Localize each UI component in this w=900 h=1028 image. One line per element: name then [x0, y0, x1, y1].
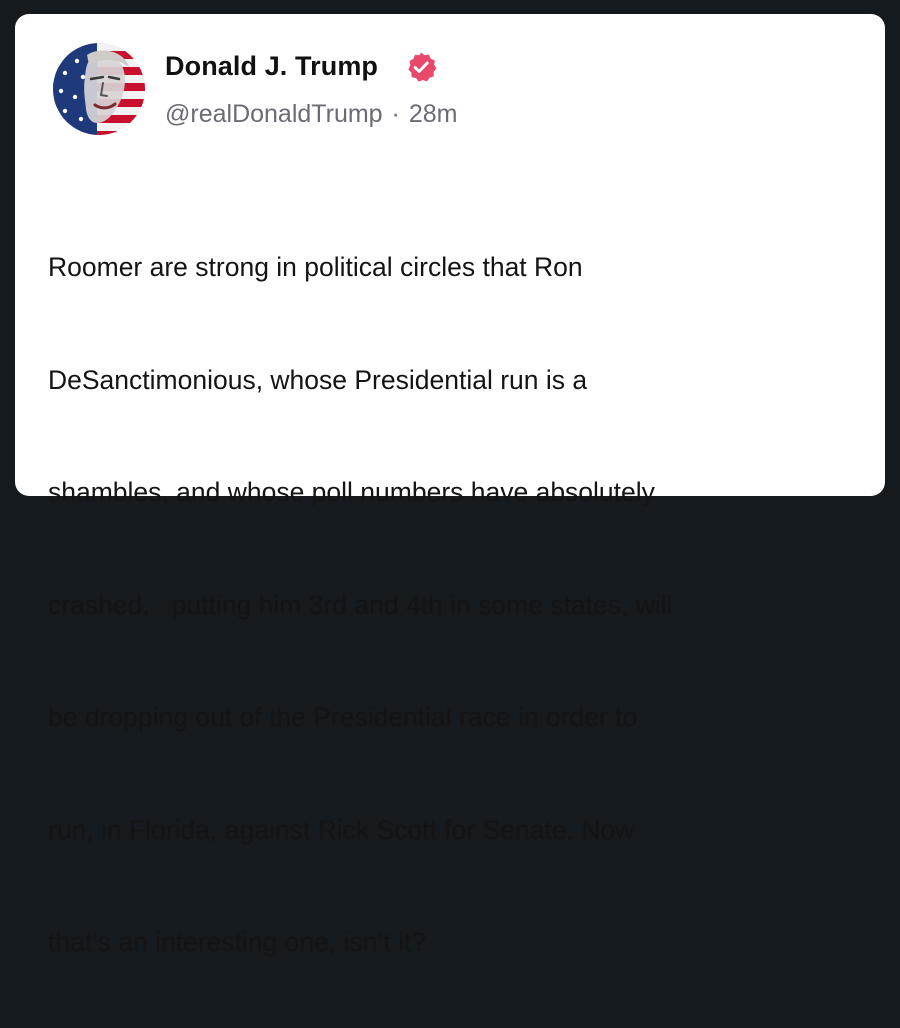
author-display-name[interactable]: Donald J. Trump	[165, 51, 378, 82]
post-body-line: DeSanctimonious, whose Presidential run …	[48, 364, 588, 395]
screenshot-frame: Donald J. Trump @realDonaldTrump · 28m R…	[0, 0, 900, 957]
post-body-line: be dropping out of the Presidential race…	[48, 702, 638, 732]
post-body-line: shambles, and whose poll numbers have ab…	[48, 477, 655, 507]
avatar-image	[53, 43, 145, 135]
post-body-line: Roomer are strong in political circles t…	[48, 252, 583, 282]
post-card[interactable]: Donald J. Trump @realDonaldTrump · 28m R…	[15, 14, 885, 957]
post-body-line: run, in Florida, against Rick Scott for …	[48, 814, 635, 845]
post-body-line: that’s an interesting one, isn’t it?	[48, 927, 427, 957]
verified-badge-icon	[405, 51, 437, 83]
post-timestamp[interactable]: 28m	[409, 100, 458, 128]
post-meta: @realDonaldTrump · 28m	[165, 100, 457, 129]
post-body-line: crashed, putting him 3rd and 4th in some…	[48, 589, 673, 620]
profile-avatar[interactable]	[53, 43, 145, 135]
post-body: Roomer are strong in political circles t…	[48, 174, 878, 1028]
meta-separator: ·	[391, 100, 400, 128]
author-handle[interactable]: @realDonaldTrump	[165, 100, 383, 128]
